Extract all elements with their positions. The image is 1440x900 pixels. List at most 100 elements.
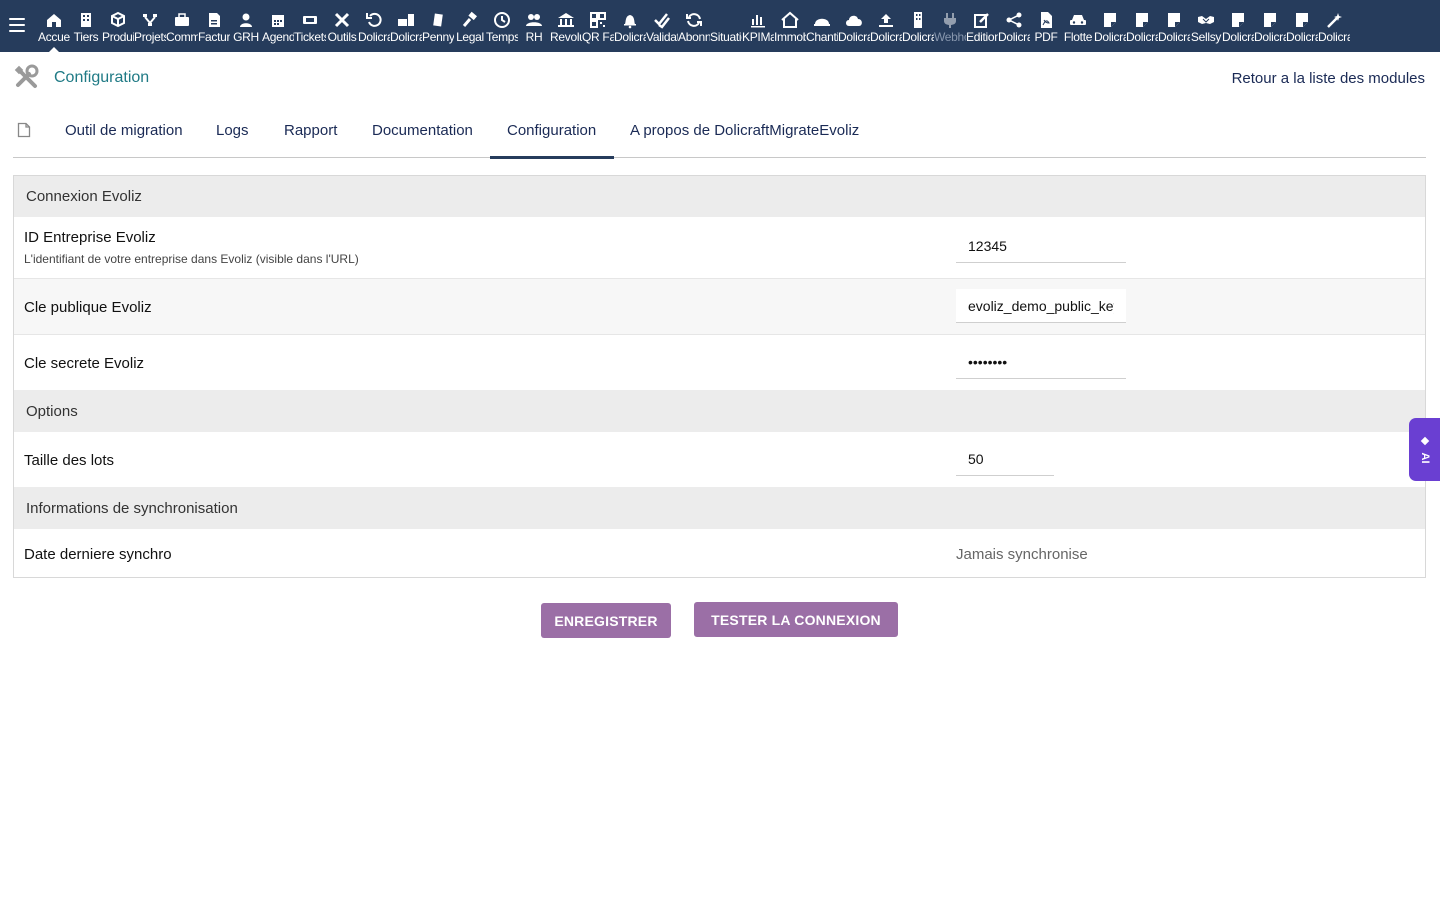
module-dolicraft[interactable]: Dolicraft (998, 0, 1030, 52)
magic-wand-icon (1327, 13, 1342, 28)
file-icon (17, 122, 31, 138)
module-kpimaster[interactable]: KPIMaster (742, 0, 774, 52)
sparkle-icon (1420, 436, 1430, 446)
module-label: Dolicraft (870, 30, 902, 44)
module-label: Agenda (262, 30, 294, 44)
module-temps[interactable]: Temps (486, 0, 518, 52)
module-dolicraft[interactable]: Dolicraft (358, 0, 390, 52)
module-label: Tickets (294, 30, 326, 44)
module-sellsy[interactable]: Sellsy (1190, 0, 1222, 52)
home-icon (47, 14, 61, 27)
module-label: Immobilier (774, 30, 806, 44)
module-commercial[interactable]: Commercial (166, 0, 198, 52)
bank-icon (558, 13, 574, 27)
module-dolicraft[interactable]: Dolicraft (1318, 0, 1350, 52)
module-dolicraft[interactable]: Dolicraft (390, 0, 422, 52)
back-to-modules-link[interactable]: Retour a la liste des modules (1232, 70, 1425, 87)
secret-key-input[interactable] (956, 345, 1126, 379)
batch-size-input[interactable] (956, 442, 1054, 476)
ai-assistant-tab[interactable]: AI (1409, 418, 1440, 481)
module-qr-facture[interactable]: QR Facture (582, 0, 614, 52)
module-immobilier[interactable]: Immobilier (774, 0, 806, 52)
module-dolicraft[interactable]: Dolicraft (870, 0, 902, 52)
tower-icon (914, 12, 922, 28)
share-icon (1006, 12, 1022, 28)
module-label: Situation (710, 30, 742, 44)
section-header-sync: Informations de synchronisation (14, 487, 1425, 529)
module-dolicraft[interactable]: Dolicraft (614, 0, 646, 52)
tab-logs[interactable]: Logs (216, 104, 249, 158)
module-situation[interactable]: Situation (710, 0, 742, 52)
tools-icon (14, 64, 39, 88)
row-batch-size: Taille des lots (14, 432, 1425, 487)
tools-icon (334, 12, 350, 28)
section-header-options: Options (14, 390, 1425, 432)
module-projets[interactable]: Projets (134, 0, 166, 52)
module-facturation[interactable]: Facturation (198, 0, 230, 52)
company-id-description: L'identifiant de votre entreprise dans E… (24, 252, 359, 266)
module-label: Abonnements (678, 30, 710, 44)
section-title: Informations de synchronisation (26, 500, 238, 517)
module-label: RH (525, 30, 543, 44)
module-label: PDF (1034, 30, 1058, 44)
module-dolicraft[interactable]: Dolicraft (1126, 0, 1158, 52)
module-label: Dolicraft (902, 30, 934, 44)
module-dolicraft[interactable]: Dolicraft (838, 0, 870, 52)
module-tickets[interactable]: Tickets (294, 0, 326, 52)
module-pennylane[interactable]: Pennylane (422, 0, 454, 52)
module-webhooks[interactable]: Webhooks (934, 0, 966, 52)
edit-icon (974, 13, 989, 28)
module-revolut[interactable]: Revolut (550, 0, 582, 52)
module-dolicraft[interactable]: Dolicraft (1254, 0, 1286, 52)
tab-configuration[interactable]: Configuration (489, 104, 615, 159)
company-id-input[interactable] (956, 229, 1126, 263)
module-dolicraft[interactable]: Dolicraft (1286, 0, 1318, 52)
calendar-icon (272, 15, 284, 27)
module-produits[interactable]: Produits (102, 0, 134, 52)
refresh-icon (686, 13, 702, 27)
save-button[interactable]: ENREGISTRER (541, 603, 671, 638)
module-agenda[interactable]: Agenda (262, 0, 294, 52)
module-edition[interactable]: Edition (966, 0, 998, 52)
situation-icon (717, 11, 735, 29)
invoice-icon (209, 13, 220, 27)
module-accueil[interactable]: Accueil (38, 0, 70, 52)
building-icon (81, 13, 91, 27)
module-rh[interactable]: RH (518, 0, 550, 52)
module-label: Temps (486, 30, 518, 44)
module-label: Chantier (806, 30, 838, 44)
cloud-icon (846, 15, 862, 26)
module-pdf[interactable]: PDF (1030, 0, 1062, 52)
module-outils[interactable]: Outils (326, 0, 358, 52)
module-flotte[interactable]: Flotte (1062, 0, 1094, 52)
tab-report[interactable]: Rapport (284, 104, 337, 158)
module-validation[interactable]: Validation (646, 0, 678, 52)
module-dolicraft[interactable]: Dolicraft (1158, 0, 1190, 52)
module-dolicraft[interactable]: Dolicraft (1222, 0, 1254, 52)
module-chantier[interactable]: Chantier (806, 0, 838, 52)
module-legal[interactable]: Legal (454, 0, 486, 52)
pdf-icon (1041, 12, 1052, 28)
module-dolicraft[interactable]: Dolicraft (902, 0, 934, 52)
config-form: Connexion Evoliz ID Entreprise Evoliz L'… (13, 175, 1426, 578)
public-key-input[interactable] (956, 289, 1126, 323)
module-label: Dolicraft (998, 30, 1030, 44)
clock-icon (494, 12, 510, 28)
module-tiers[interactable]: Tiers (70, 0, 102, 52)
test-connection-button[interactable]: TESTER LA CONNEXION (694, 602, 898, 637)
hamburger-menu-icon[interactable] (9, 18, 25, 32)
row-public-key: Cle publique Evoliz (14, 278, 1425, 334)
module-grh[interactable]: GRH (230, 0, 262, 52)
plug-icon (944, 13, 956, 28)
tab-migration-tool[interactable]: Outil de migration (65, 104, 183, 158)
bar-chart-icon (751, 15, 765, 28)
note-icon (1264, 13, 1276, 27)
undo-icon (366, 12, 382, 27)
cube-icon (111, 11, 125, 28)
module-abonnements[interactable]: Abonnements (678, 0, 710, 52)
tab-about[interactable]: A propos de DolicraftMigrateEvoliz (630, 104, 859, 158)
qrcode-icon (590, 12, 606, 28)
module-dolicraft[interactable]: Dolicraft (1094, 0, 1126, 52)
module-label: Produits (102, 30, 134, 44)
tab-documentation[interactable]: Documentation (372, 104, 473, 158)
